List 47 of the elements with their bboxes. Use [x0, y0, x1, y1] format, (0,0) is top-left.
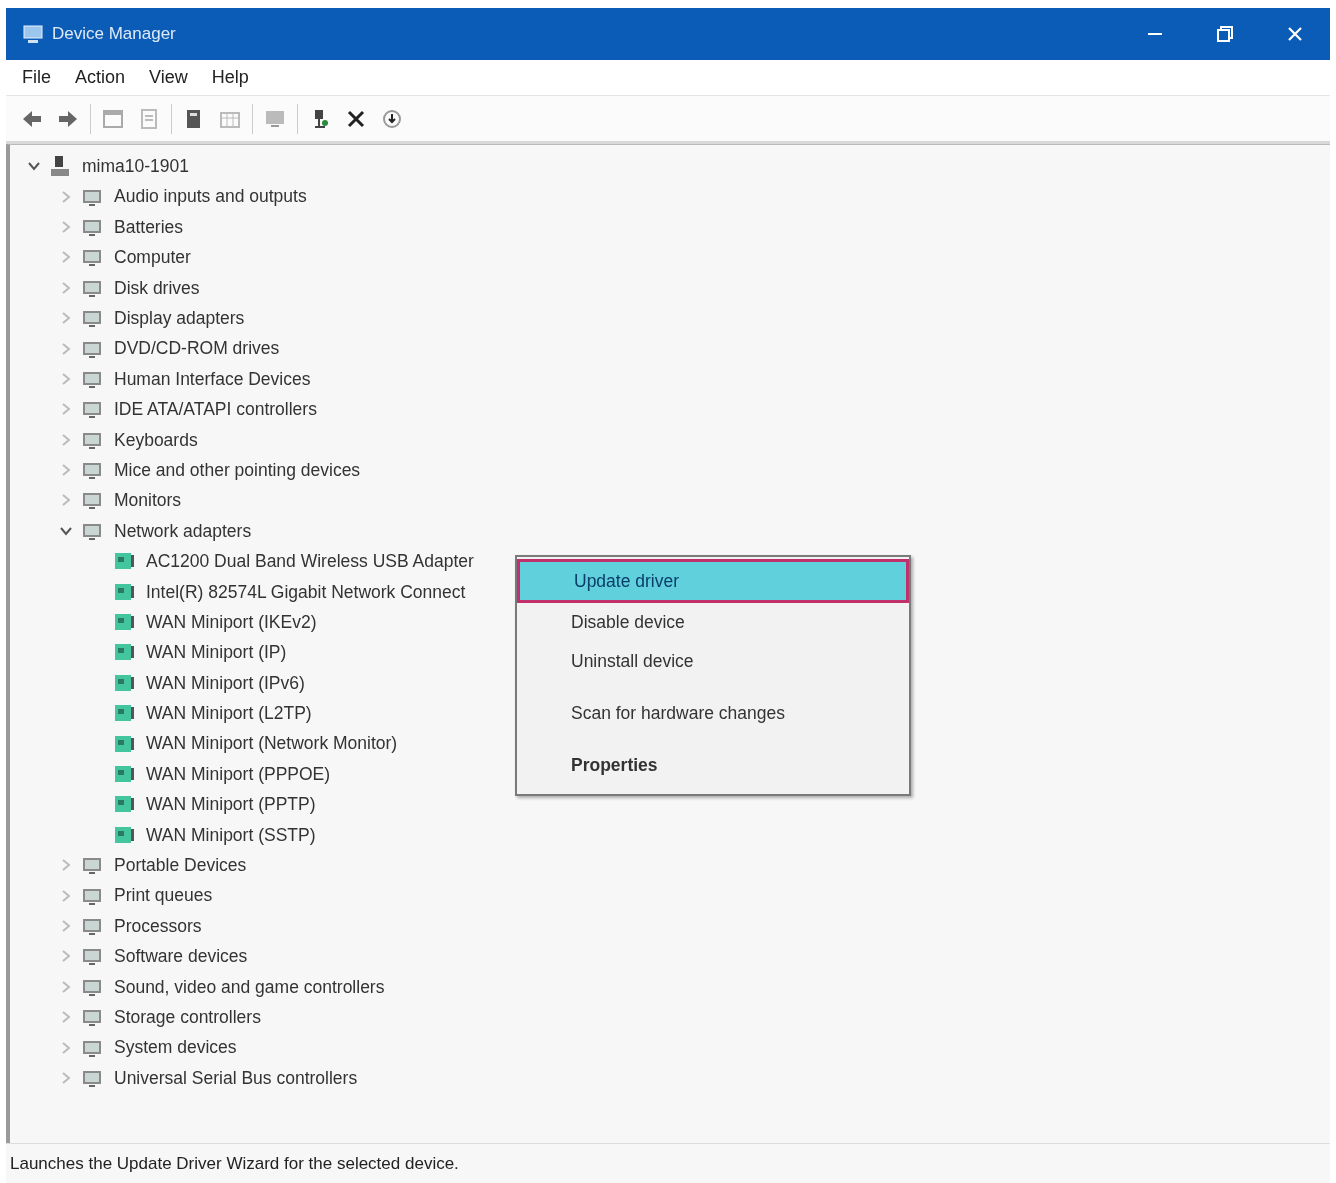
- window-title: Device Manager: [52, 23, 177, 46]
- tree-item[interactable]: WAN Miniport (PPPOE): [144, 760, 333, 788]
- tree-item[interactable]: Intel(R) 82574L Gigabit Network Connect: [144, 578, 468, 605]
- tree-item[interactable]: Human Interface Devices: [112, 365, 313, 393]
- tree-item[interactable]: Computer: [112, 244, 193, 271]
- tree-item[interactable]: AC1200 Dual Band Wireless USB Adapter: [144, 548, 476, 575]
- tree-item[interactable]: WAN Miniport (SSTP): [144, 821, 318, 848]
- menu-item[interactable]: File: [10, 62, 63, 93]
- tree-item[interactable]: System devices: [112, 1034, 239, 1061]
- tree-item[interactable]: Keyboards: [112, 426, 200, 453]
- tree-item[interactable]: Software devices: [112, 943, 250, 970]
- tree-item[interactable]: Audio inputs and outputs: [112, 183, 309, 210]
- menu-item[interactable]: Disable device: [517, 603, 909, 642]
- computer-icon: [22, 23, 44, 45]
- menu-item[interactable]: Scan for hardware changes: [517, 693, 909, 732]
- tree-item[interactable]: IDE ATA/ATAPI controllers: [112, 396, 319, 423]
- tree-item[interactable]: Universal Serial Bus controllers: [112, 1064, 360, 1092]
- tree-item[interactable]: Print queues: [112, 882, 215, 909]
- menu-item[interactable]: View: [137, 62, 200, 93]
- restore-icon: [1216, 25, 1234, 43]
- tree-item[interactable]: Storage controllers: [112, 1004, 263, 1031]
- close-icon: [1287, 26, 1303, 42]
- tree-item[interactable]: Mice and other pointing devices: [112, 456, 363, 484]
- menu-item[interactable]: Action: [63, 62, 138, 93]
- tree-item[interactable]: WAN Miniport (IPv6): [144, 669, 307, 696]
- tree-item[interactable]: WAN Miniport (IKEv2): [144, 608, 319, 636]
- tree-item[interactable]: WAN Miniport (Network Monitor): [144, 730, 400, 757]
- menu-item[interactable]: Help: [199, 62, 261, 93]
- computer-icon: [48, 154, 72, 179]
- tree-item[interactable]: DVD/CD-ROM drives: [112, 335, 282, 362]
- tree-item[interactable]: WAN Miniport (PPTP): [144, 791, 318, 818]
- status-text: Launches the Update Driver Wizard for the selected device.: [10, 1152, 459, 1175]
- tree-item[interactable]: Processors: [112, 912, 204, 940]
- tree-item[interactable]: WAN Miniport (IP): [144, 639, 289, 666]
- tree-item[interactable]: Monitors: [112, 487, 184, 514]
- tree-item[interactable]: Network adapters: [112, 517, 254, 544]
- tree-item[interactable]: Batteries: [112, 213, 186, 241]
- tree-item[interactable]: mima10-1901: [80, 153, 191, 180]
- tree-item[interactable]: Sound, video and game controllers: [112, 973, 387, 1000]
- tree-item[interactable]: WAN Miniport (L2TP): [144, 700, 314, 727]
- menu-item[interactable]: Uninstall device: [517, 641, 909, 680]
- tree-item[interactable]: Disk drives: [112, 274, 202, 301]
- menu-item[interactable]: Properties: [517, 746, 909, 785]
- tree-item[interactable]: Display adapters: [112, 305, 247, 332]
- menu-item[interactable]: Update driver: [517, 559, 909, 604]
- minimize-icon: [1148, 33, 1162, 35]
- tree-item[interactable]: Portable Devices: [112, 852, 249, 879]
